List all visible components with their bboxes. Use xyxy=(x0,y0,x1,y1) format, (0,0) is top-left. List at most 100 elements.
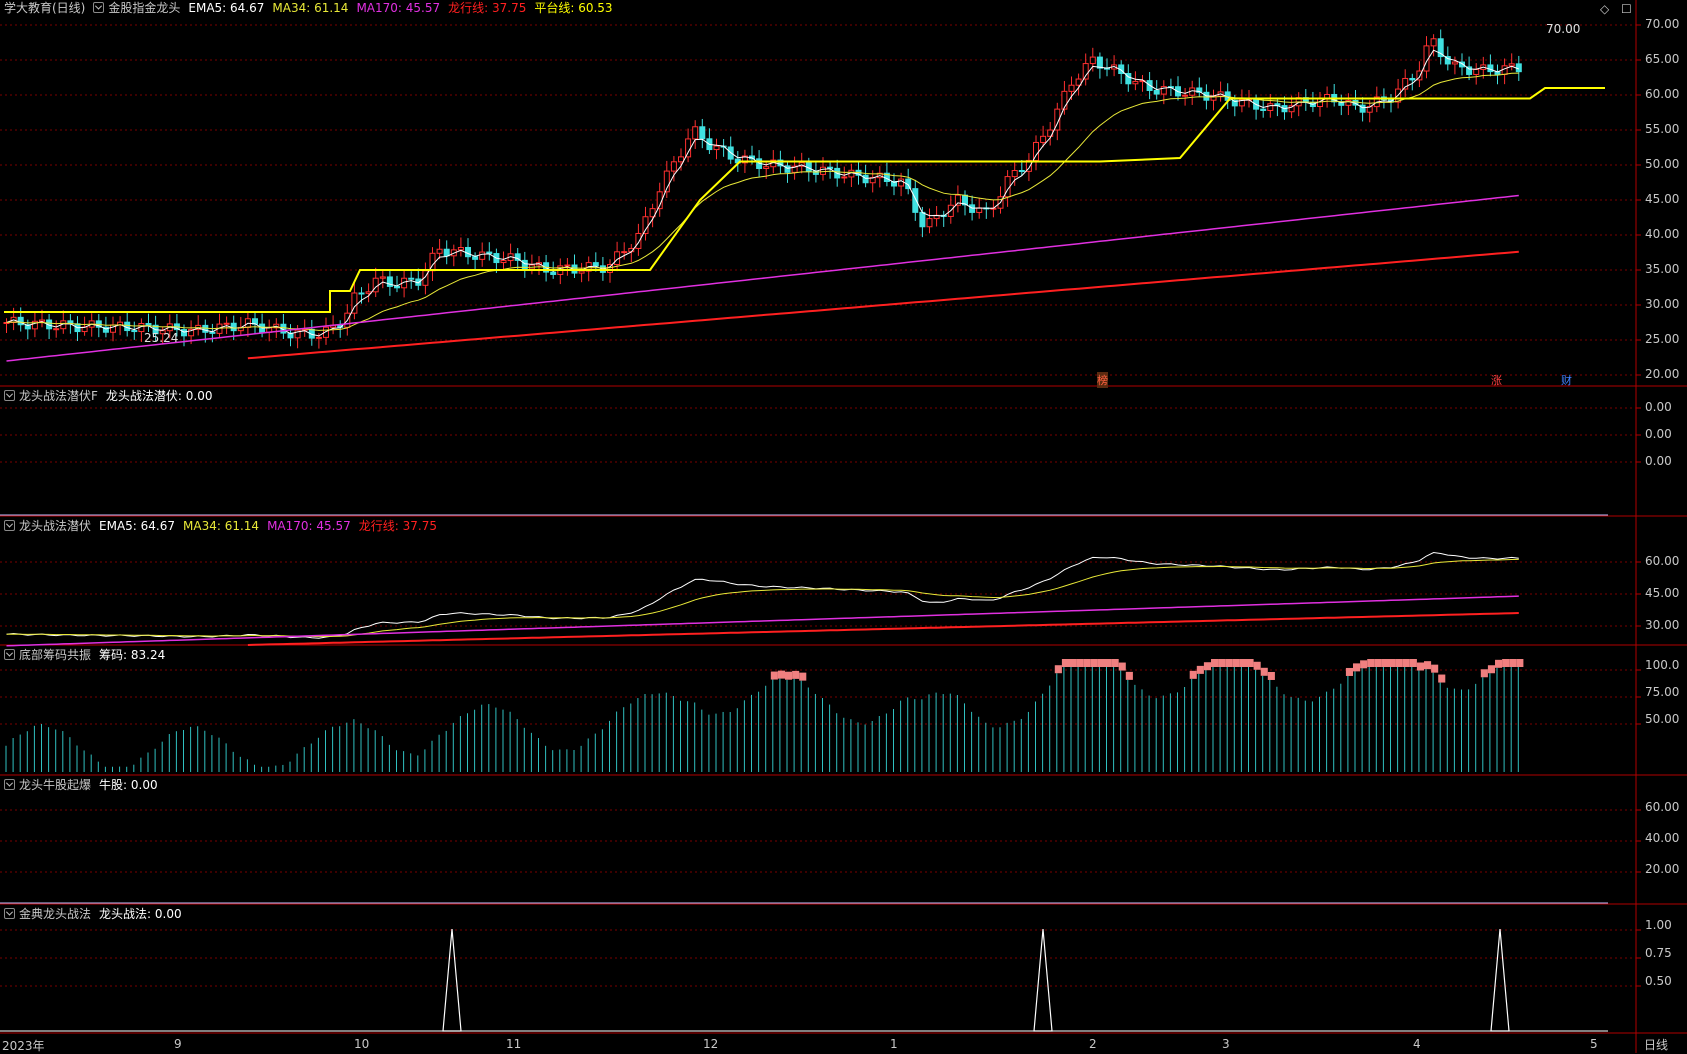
p5-title[interactable]: 龙头牛股起爆 xyxy=(19,778,91,792)
p4-title[interactable]: 底部筹码共振 xyxy=(19,648,91,662)
candle-body xyxy=(1153,89,1160,95)
candle-body xyxy=(408,277,415,280)
candle-body xyxy=(53,328,60,331)
candle-body xyxy=(394,285,400,289)
chip-peak xyxy=(1502,659,1510,667)
chip-peak xyxy=(1090,659,1098,667)
indicator-menu-icon[interactable] xyxy=(4,390,15,401)
y-tick: 55.00 xyxy=(1645,122,1680,136)
p3-header: 龙头战法潜伏 EMA5: 64.67 MA34: 61.14 MA170: 45.57… xyxy=(4,518,445,534)
candle-body xyxy=(465,246,471,258)
y-tick: 50.00 xyxy=(1645,712,1680,726)
window-control-icons[interactable]: ◇ ☐ xyxy=(1600,2,1636,16)
candle-body xyxy=(358,292,365,295)
indicator-menu-icon[interactable] xyxy=(4,908,15,919)
candle-body xyxy=(564,264,571,267)
candle-body xyxy=(1501,65,1508,75)
p2-title[interactable]: 龙头战法潜伏F xyxy=(19,389,98,403)
candle-body xyxy=(472,256,479,260)
chip-peak xyxy=(1061,659,1069,667)
candle-body xyxy=(230,322,237,332)
candle-body xyxy=(486,251,493,255)
candle-body xyxy=(685,138,692,158)
y-tick: 0.75 xyxy=(1645,946,1672,960)
indicator-menu-icon[interactable] xyxy=(93,2,105,13)
period-selector[interactable]: 日线 xyxy=(1644,1036,1668,1053)
x-tick: 5 xyxy=(1590,1037,1598,1051)
y-tick: 45.00 xyxy=(1645,586,1680,600)
chip-peak xyxy=(1125,671,1133,680)
indicator-menu-icon[interactable] xyxy=(4,649,15,660)
y-tick: 100.0 xyxy=(1645,658,1680,672)
chip-peak xyxy=(1388,659,1396,667)
p6-value: 龙头战法: 0.00 xyxy=(99,907,182,921)
chip-peak xyxy=(1381,659,1389,667)
marker-bang[interactable]: 榜 xyxy=(1097,372,1108,388)
candle-body xyxy=(678,156,684,163)
candle-body xyxy=(1040,135,1047,143)
chip-peak xyxy=(1345,667,1353,676)
chip-peak xyxy=(1246,659,1254,667)
candle-body xyxy=(209,331,216,334)
candle-body xyxy=(1011,170,1018,178)
y-tick: 0.00 xyxy=(1645,400,1672,414)
p4-header: 底部筹码共振 筹码: 83.24 xyxy=(4,647,173,663)
x-tick: 1 xyxy=(890,1037,898,1051)
p3-ma170: MA170: 45.57 xyxy=(267,519,351,533)
candle-body xyxy=(1132,80,1139,85)
chip-peak xyxy=(1069,659,1077,667)
p3-title[interactable]: 龙头战法潜伏 xyxy=(19,519,91,533)
p6-title[interactable]: 金典龙头战法 xyxy=(19,907,91,921)
chip-peak xyxy=(1076,659,1084,667)
signal-spike xyxy=(442,928,462,1032)
chip-peak xyxy=(1189,670,1197,679)
candle-body xyxy=(841,176,848,179)
stock-title[interactable]: 学大教育(日线) xyxy=(4,1,85,15)
chip-peak xyxy=(1424,661,1432,670)
chip-peak xyxy=(1083,659,1091,667)
indicator-menu-icon[interactable] xyxy=(4,520,15,531)
p5-value: 牛股: 0.00 xyxy=(99,778,158,792)
chip-peak xyxy=(1516,659,1524,667)
y-tick: 20.00 xyxy=(1645,367,1680,381)
marker-cai[interactable]: 财 xyxy=(1561,372,1572,388)
indicator-name[interactable]: 金股指金龙头 xyxy=(108,1,180,15)
chip-peak xyxy=(1374,659,1382,667)
chip-peak xyxy=(1395,659,1403,667)
candle-body xyxy=(479,251,486,260)
candle-body xyxy=(39,319,45,322)
candle-body xyxy=(131,330,138,333)
low-price-label: 25.24 xyxy=(144,331,179,345)
x-tick: 9 xyxy=(174,1037,182,1051)
indicator-menu-icon[interactable] xyxy=(4,779,15,790)
y-tick: 1.00 xyxy=(1645,918,1672,932)
chip-peak xyxy=(1402,659,1410,667)
chip-peak xyxy=(1111,659,1119,667)
p2-header: 龙头战法潜伏F 龙头战法潜伏: 0.00 xyxy=(4,388,220,404)
candle-body xyxy=(692,126,699,140)
signal-spike xyxy=(1490,928,1510,1032)
x-tick: 12 xyxy=(703,1037,719,1051)
candle-body xyxy=(1089,56,1096,65)
p4-value: 筹码: 83.24 xyxy=(99,648,166,662)
chip-peak xyxy=(1097,659,1105,667)
candle-body xyxy=(827,166,834,169)
candle-body xyxy=(969,204,976,213)
candle-body xyxy=(202,324,209,333)
p3-ema5-line xyxy=(6,551,1519,639)
chip-peak xyxy=(1225,659,1233,667)
chip-peak xyxy=(1480,669,1488,678)
candle-body xyxy=(457,246,464,251)
marker-zhang[interactable]: 涨 xyxy=(1491,372,1502,388)
p3-longxing-line xyxy=(247,612,1519,646)
chip-peak xyxy=(1409,659,1417,667)
candle-body xyxy=(670,161,677,172)
y-tick: 60.00 xyxy=(1645,800,1680,814)
candle-body xyxy=(1018,170,1025,173)
y-tick: 60.00 xyxy=(1645,554,1680,568)
candle-body xyxy=(976,207,983,213)
candle-body xyxy=(763,166,770,169)
y-tick: 40.00 xyxy=(1645,227,1680,241)
value-ma34: MA34: 61.14 xyxy=(272,1,349,15)
ma170-line xyxy=(6,194,1519,362)
